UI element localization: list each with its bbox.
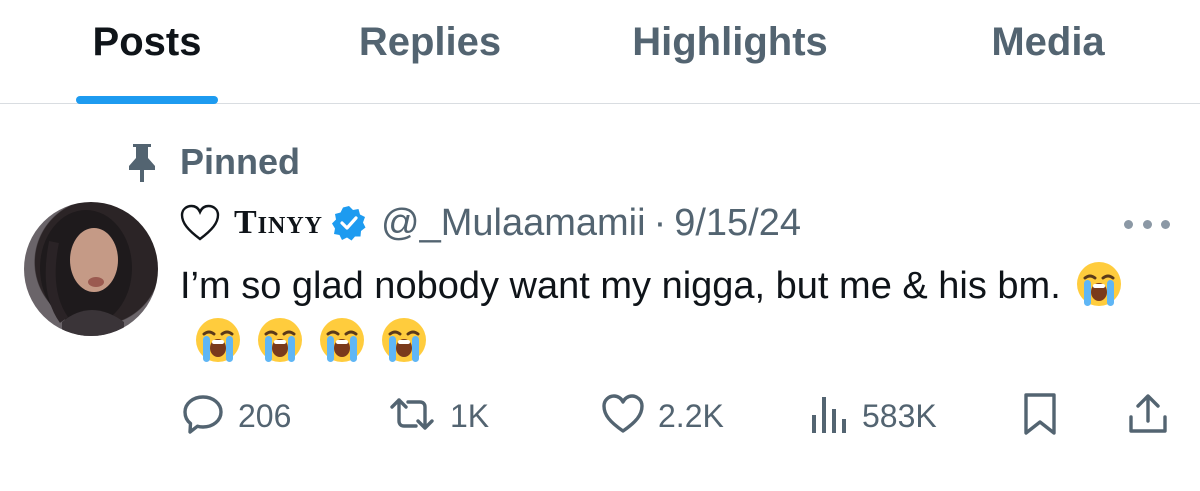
views-button[interactable]: 583K bbox=[810, 390, 937, 442]
repost-count: 1K bbox=[450, 397, 490, 434]
post-text: I’m so glad nobody want my nigga, but me… bbox=[180, 258, 1160, 370]
heart-outline-icon bbox=[180, 203, 222, 243]
repost-icon bbox=[386, 391, 438, 442]
tab-posts[interactable]: Posts bbox=[76, 18, 218, 104]
like-icon bbox=[600, 392, 646, 441]
loudly-crying-face-icon bbox=[380, 316, 428, 364]
share-button[interactable] bbox=[1126, 390, 1170, 442]
display-name[interactable]: Tinyy bbox=[234, 204, 323, 242]
tab-replies-label: Replies bbox=[358, 20, 502, 64]
avatar[interactable] bbox=[24, 202, 158, 336]
profile-tabs: Posts Replies Highlights Media bbox=[0, 0, 1200, 104]
bookmark-icon bbox=[1020, 391, 1060, 442]
like-button[interactable]: 2.2K bbox=[600, 390, 724, 442]
loudly-crying-face-icon bbox=[1075, 260, 1123, 308]
share-icon bbox=[1126, 391, 1170, 442]
pinned-label: Pinned bbox=[180, 141, 301, 182]
tab-media[interactable]: Media bbox=[982, 18, 1114, 104]
like-count: 2.2K bbox=[658, 397, 724, 434]
views-count: 583K bbox=[862, 397, 937, 434]
verified-badge-icon[interactable] bbox=[331, 205, 367, 241]
tab-highlights-label: Highlights bbox=[632, 20, 828, 64]
tab-posts-label: Posts bbox=[92, 20, 202, 64]
loudly-crying-face-icon bbox=[194, 316, 242, 364]
post-actions: 206 1K 2.2K 583K bbox=[180, 390, 1180, 442]
reply-button[interactable]: 206 bbox=[180, 390, 291, 442]
pinned-indicator: Pinned bbox=[124, 140, 300, 184]
bookmark-button[interactable] bbox=[1020, 390, 1060, 442]
reply-count: 206 bbox=[238, 397, 292, 434]
reply-icon bbox=[180, 391, 226, 442]
views-icon bbox=[810, 391, 850, 442]
post-body: I’m so glad nobody want my nigga, but me… bbox=[180, 265, 1061, 307]
more-options-icon[interactable] bbox=[1124, 218, 1170, 230]
repost-button[interactable]: 1K bbox=[386, 390, 489, 442]
tab-highlights[interactable]: Highlights bbox=[622, 18, 838, 104]
tab-replies[interactable]: Replies bbox=[352, 18, 508, 104]
pin-icon bbox=[124, 140, 160, 184]
user-handle[interactable]: @_Mulaamamii bbox=[381, 202, 646, 245]
loudly-crying-face-icon bbox=[318, 316, 366, 364]
post-date[interactable]: 9/15/24 bbox=[674, 202, 801, 245]
active-tab-indicator bbox=[76, 96, 218, 104]
separator-dot: · bbox=[653, 201, 667, 244]
post-header: Tinyy @_Mulaamamii · 9/15/24 bbox=[180, 196, 801, 250]
loudly-crying-face-icon bbox=[256, 316, 304, 364]
tab-media-label: Media bbox=[991, 20, 1105, 64]
